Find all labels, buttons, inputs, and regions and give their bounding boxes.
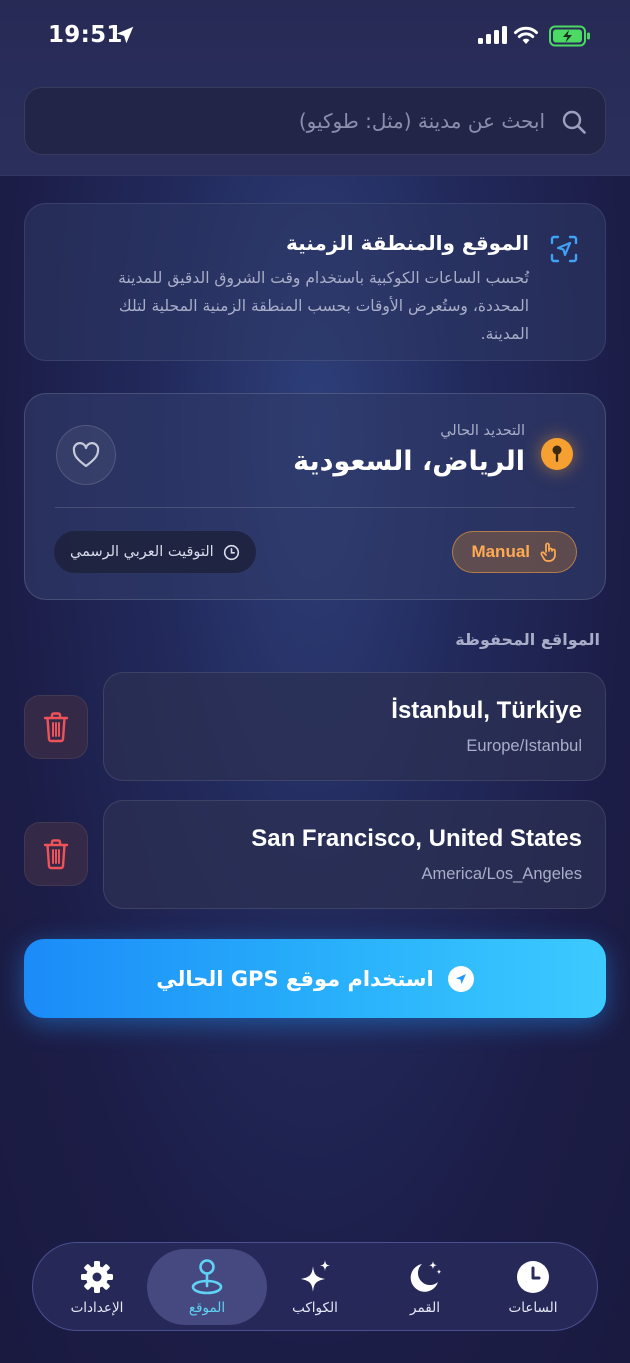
divider <box>55 507 575 508</box>
wifi-icon <box>514 26 538 44</box>
tab-planets[interactable]: الكواكب <box>255 1249 375 1325</box>
saved-location-item[interactable]: İstanbul, Türkiye Europe/Istanbul <box>103 672 606 781</box>
status-bar: 19:51 <box>0 0 630 72</box>
timezone-label: التوقيت العربي الرسمي <box>70 544 214 560</box>
delete-button[interactable] <box>24 695 88 759</box>
trash-icon <box>43 712 69 743</box>
tab-bar: الإعدادات الموقع الكواكب القمر الساعات <box>32 1242 598 1331</box>
tab-planets-label: الكواكب <box>292 1300 338 1316</box>
location-arrow-icon <box>116 26 134 44</box>
tab-settings[interactable]: الإعدادات <box>37 1249 157 1325</box>
tab-moon-label: القمر <box>410 1300 440 1316</box>
location-pin-icon <box>191 1259 223 1295</box>
battery-charging-icon <box>549 25 590 47</box>
clock-small-icon <box>223 544 239 560</box>
hand-pointer-icon <box>540 542 556 562</box>
use-gps-button[interactable]: استخدام موقع GPS الحالي <box>24 939 606 1018</box>
moon-icon <box>410 1261 442 1292</box>
search-input[interactable] <box>65 88 545 154</box>
manual-mode-badge[interactable]: Manual <box>452 531 577 573</box>
current-selection-label: التحديد الحالي <box>440 423 525 439</box>
heart-icon <box>72 442 100 468</box>
current-city: الرياض، السعودية <box>293 446 525 477</box>
saved-location-timezone: Europe/Istanbul <box>466 737 582 755</box>
top-bar: 19:51 <box>0 0 630 176</box>
favorite-button[interactable] <box>56 425 116 485</box>
tab-moon[interactable]: القمر <box>365 1249 485 1325</box>
tab-hours[interactable]: الساعات <box>473 1249 593 1325</box>
tab-location[interactable]: الموقع <box>147 1249 267 1325</box>
pin-icon <box>541 438 573 470</box>
trash-icon <box>43 839 69 870</box>
info-description: تُحسب الساعات الكوكبية باستخدام وقت الشر… <box>118 269 529 343</box>
saved-location-name: San Francisco, United States <box>251 825 582 852</box>
status-time: 19:51 <box>48 22 123 48</box>
tab-settings-label: الإعدادات <box>70 1300 124 1316</box>
cellular-signal-icon <box>478 26 507 44</box>
saved-locations-title: المواقع المحفوظة <box>455 630 600 649</box>
gear-icon <box>81 1261 113 1293</box>
tab-location-label: الموقع <box>188 1300 226 1316</box>
sparkles-icon <box>301 1260 330 1292</box>
search-field[interactable] <box>24 87 606 155</box>
saved-location-name: İstanbul, Türkiye <box>391 697 582 724</box>
saved-location-item[interactable]: San Francisco, United States America/Los… <box>103 800 606 909</box>
current-location-card: التحديد الحالي الرياض، السعودية Manual ا… <box>24 393 606 600</box>
info-title: الموقع والمنطقة الزمنية <box>285 231 529 255</box>
tab-hours-label: الساعات <box>508 1300 558 1316</box>
navigation-arrow-icon <box>447 965 474 992</box>
saved-location-timezone: America/Los_Angeles <box>421 865 582 883</box>
location-info-card: الموقع والمنطقة الزمنية تُحسب الساعات ال… <box>24 203 606 361</box>
delete-button[interactable] <box>24 822 88 886</box>
search-icon <box>562 110 586 134</box>
use-gps-label: استخدام موقع GPS الحالي <box>156 966 434 991</box>
timezone-badge: التوقيت العربي الرسمي <box>54 531 256 573</box>
manual-mode-label: Manual <box>471 542 530 561</box>
clock-icon <box>517 1261 549 1293</box>
location-scan-icon <box>550 235 578 263</box>
